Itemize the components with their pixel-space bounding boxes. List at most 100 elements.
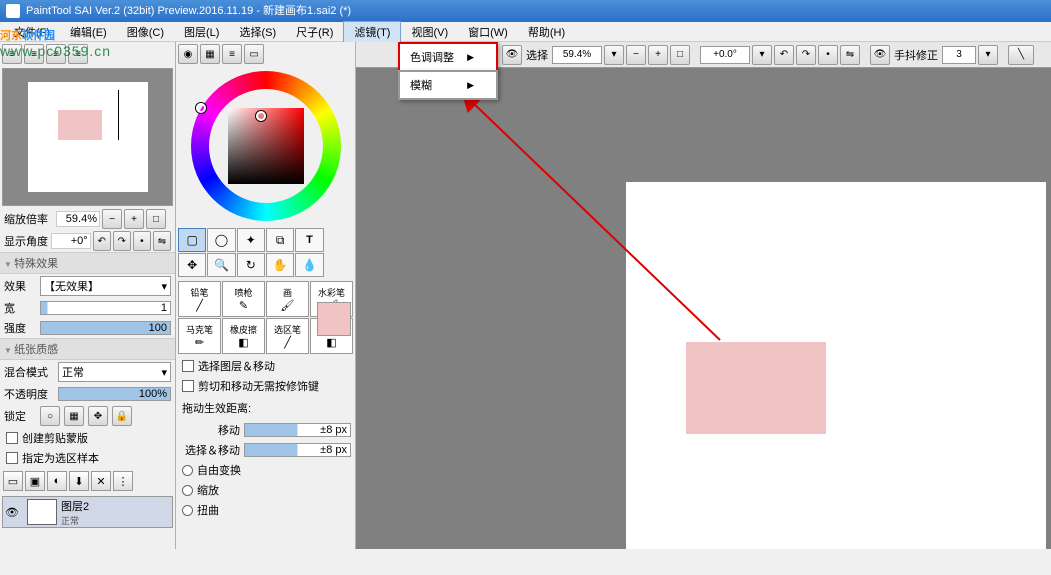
brush-selpen[interactable]: 选区笔╱: [266, 318, 309, 354]
tool-eyedrop[interactable]: 💧: [295, 253, 323, 277]
stabilize-drop-btn[interactable]: ▾: [978, 45, 998, 65]
menu-file[interactable]: 文件(F): [4, 22, 60, 42]
cut-move-row[interactable]: 剪切和移动无需按修饰键: [176, 376, 355, 396]
blend-dropdown[interactable]: 正常 ▾: [58, 362, 171, 382]
align-left-btn[interactable]: ≡: [2, 44, 22, 64]
tb-angle-cw[interactable]: ↷: [796, 45, 816, 65]
zoom-value[interactable]: 59.4%: [56, 211, 100, 227]
select-move-checkbox[interactable]: [182, 360, 194, 372]
menu-filter[interactable]: 滤镜(T): [343, 21, 401, 43]
effects-header[interactable]: 特殊效果: [0, 252, 175, 274]
flip-btn[interactable]: ⇋: [153, 231, 171, 251]
width-slider[interactable]: 1: [40, 301, 171, 315]
merge-down-btn[interactable]: ⬇: [69, 471, 89, 491]
tool-crop[interactable]: ⧉: [266, 228, 294, 252]
menu-select[interactable]: 选择(S): [229, 22, 286, 42]
hue-cursor[interactable]: [196, 103, 206, 113]
align-btn4[interactable]: ≡: [68, 44, 88, 64]
tool-rotate[interactable]: ↻: [237, 253, 265, 277]
menu-ruler[interactable]: 尺子(R): [286, 22, 343, 42]
select-move-row[interactable]: 选择图层＆移动: [176, 356, 355, 376]
lock-move-btn[interactable]: ✥: [88, 406, 108, 426]
zoom-in-btn[interactable]: +: [124, 209, 144, 229]
brush-marker[interactable]: 马克笔✏: [178, 318, 221, 354]
move-slider[interactable]: ±8 px: [244, 423, 351, 437]
delete-layer-btn[interactable]: ✕: [91, 471, 111, 491]
color-wheel[interactable]: [191, 71, 341, 221]
zoom-input[interactable]: [552, 46, 602, 64]
tb-zoom-in[interactable]: +: [648, 45, 668, 65]
brush-eraser[interactable]: 橡皮擦◧: [222, 318, 265, 354]
color-square[interactable]: [228, 108, 304, 184]
texture-header[interactable]: 纸张质感: [0, 338, 175, 360]
tool-hand[interactable]: ✋: [266, 253, 294, 277]
lock-none-btn[interactable]: ○: [40, 406, 60, 426]
foreground-swatch[interactable]: [317, 302, 351, 336]
layer-misc-btn[interactable]: ⋮: [113, 471, 133, 491]
cut-move-checkbox[interactable]: [182, 380, 194, 392]
effect-dropdown[interactable]: 【无效果】 ▾: [40, 276, 171, 296]
line-mode-btn[interactable]: ╲: [1008, 45, 1034, 65]
brush-paint[interactable]: 画🖌: [266, 281, 309, 317]
selmove-slider[interactable]: ±8 px: [244, 443, 351, 457]
rotate-radio[interactable]: [182, 505, 193, 516]
menu-view[interactable]: 视图(V): [401, 22, 458, 42]
angle-ccw-btn[interactable]: ↶: [93, 231, 111, 251]
filter-blur-item[interactable]: 模糊 ▶: [400, 72, 496, 98]
new-mask-btn[interactable]: ◐: [47, 471, 67, 491]
tool-marquee[interactable]: ▢: [178, 228, 206, 252]
scale-radio[interactable]: [182, 485, 193, 496]
tb-zoom-fit[interactable]: □: [670, 45, 690, 65]
zoom-drop-btn[interactable]: ▾: [604, 45, 624, 65]
strength-slider[interactable]: 100: [40, 321, 171, 335]
stabilize-input[interactable]: [942, 46, 976, 64]
rotate-row[interactable]: 扭曲: [176, 500, 355, 520]
angle-drop-btn[interactable]: ▾: [752, 45, 772, 65]
filter-tone-item[interactable]: 色调调整 ▶: [400, 44, 496, 70]
align-center-btn[interactable]: ≡: [24, 44, 44, 64]
clip-assign-row[interactable]: 指定为选区样本: [0, 448, 175, 468]
clip-create-row[interactable]: 创建剪贴蒙版: [0, 428, 175, 448]
opacity-slider[interactable]: 100%: [58, 387, 171, 401]
navigator[interactable]: [2, 68, 173, 206]
menu-help[interactable]: 帮助(H): [518, 22, 575, 42]
free-radio[interactable]: [182, 465, 193, 476]
angle-input[interactable]: [700, 46, 750, 64]
clip-create-checkbox[interactable]: [6, 432, 18, 444]
color-tab-2[interactable]: ▦: [200, 44, 220, 64]
tool-text[interactable]: T: [295, 228, 323, 252]
tool-move[interactable]: ✥: [178, 253, 206, 277]
zoom-fit-btn[interactable]: □: [146, 209, 166, 229]
menu-layer[interactable]: 图层(L): [174, 22, 229, 42]
menu-window[interactable]: 窗口(W): [458, 22, 518, 42]
clip-assign-checkbox[interactable]: [6, 452, 18, 464]
tb-zoom-out[interactable]: −: [626, 45, 646, 65]
angle-reset-btn[interactable]: •: [133, 231, 151, 251]
tool-zoom[interactable]: 🔍: [207, 253, 235, 277]
brush-pencil[interactable]: 铅笔╱: [178, 281, 221, 317]
align-right-btn[interactable]: ≡: [46, 44, 66, 64]
free-transform-row[interactable]: 自由变换: [176, 460, 355, 480]
brush-airbrush[interactable]: 喷枪✎: [222, 281, 265, 317]
tb-eye2[interactable]: 👁: [870, 45, 890, 65]
color-tab-4[interactable]: ▭: [244, 44, 264, 64]
tb-angle-reset[interactable]: •: [818, 45, 838, 65]
lock-all-btn[interactable]: 🔒: [112, 406, 132, 426]
sv-cursor[interactable]: [256, 111, 266, 121]
tool-wand[interactable]: ✦: [237, 228, 265, 252]
tool-lasso[interactable]: ◯: [207, 228, 235, 252]
layer-visibility-icon[interactable]: 👁: [5, 506, 23, 519]
menu-edit[interactable]: 编辑(E): [60, 22, 117, 42]
scale-row[interactable]: 缩放: [176, 480, 355, 500]
color-tab-1[interactable]: ◉: [178, 44, 198, 64]
layer-item[interactable]: 👁 图层2 正常: [2, 496, 173, 528]
tb-angle-ccw[interactable]: ↶: [774, 45, 794, 65]
new-layer-btn[interactable]: ▭: [3, 471, 23, 491]
angle-value[interactable]: +0°: [51, 233, 91, 249]
lock-pixel-btn[interactable]: ▦: [64, 406, 84, 426]
angle-cw-btn[interactable]: ↷: [113, 231, 131, 251]
tb-flip[interactable]: ⇋: [840, 45, 860, 65]
eye-btn[interactable]: 👁: [502, 45, 522, 65]
menu-image[interactable]: 图像(C): [117, 22, 174, 42]
new-folder-btn[interactable]: ▣: [25, 471, 45, 491]
